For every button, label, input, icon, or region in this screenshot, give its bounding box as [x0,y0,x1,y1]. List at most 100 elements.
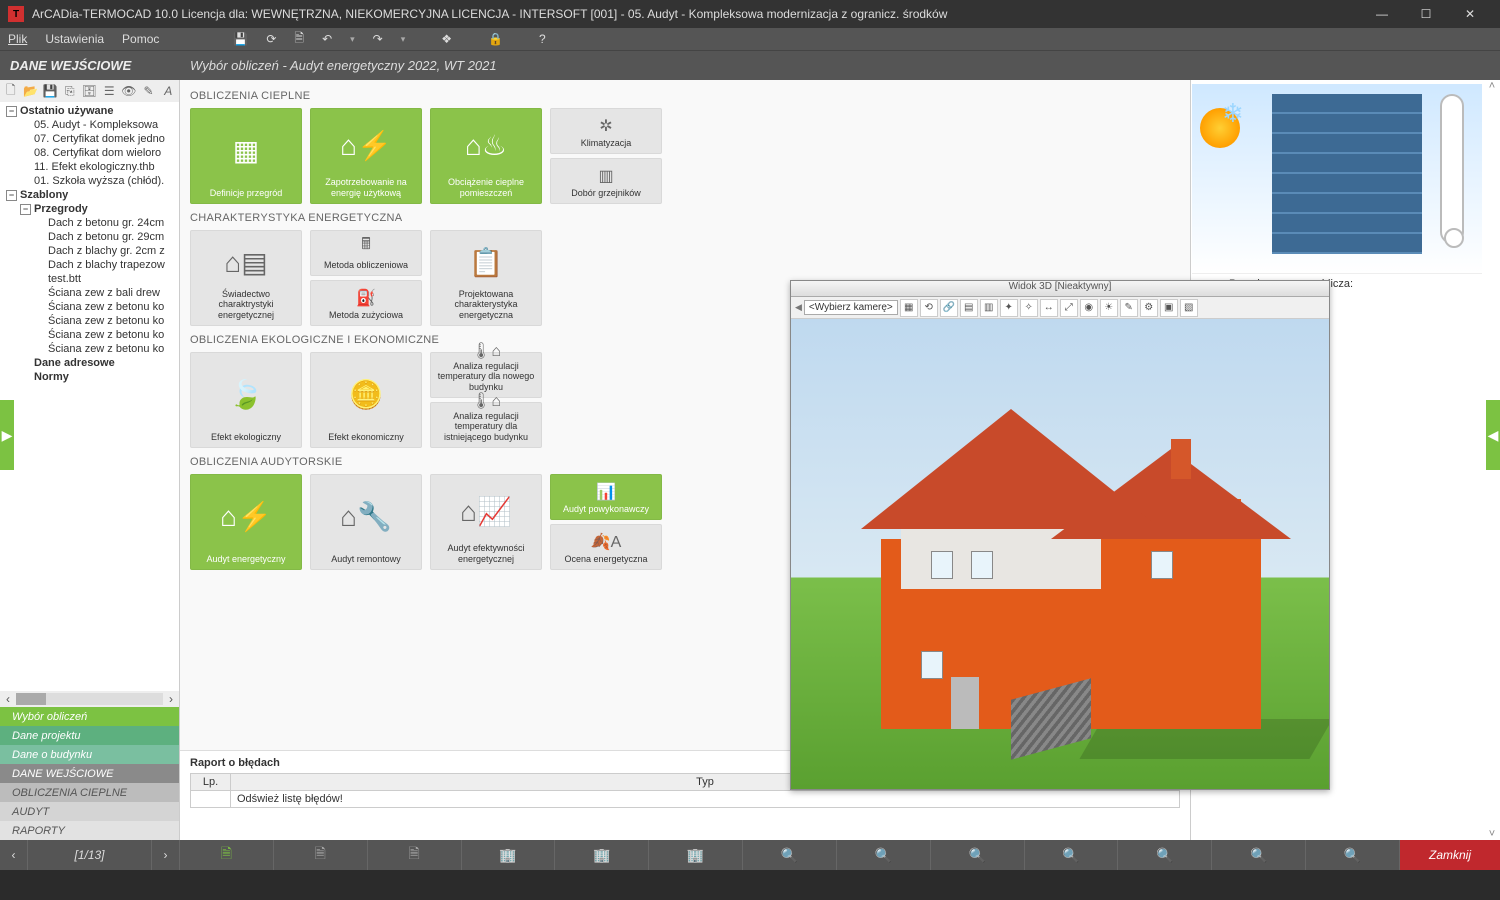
vp-tool-icon[interactable]: ▤ [960,299,978,317]
tree-recent[interactable]: −Ostatnio używane [2,104,177,118]
tree-item[interactable]: Dach z blachy gr. 2cm z [2,244,177,258]
menu-plik[interactable]: Plik [8,32,27,46]
sb-font-icon[interactable]: A [159,82,177,100]
card-zapotrzebowanie[interactable]: ⌂⚡Zapotrzebowanie na energię użytkową [310,108,422,204]
card-audyt-remontowy[interactable]: ⌂🔧Audyt remontowy [310,474,422,570]
vp-tool-icon[interactable]: ☀ [1100,299,1118,317]
report-row[interactable]: Odśwież listę błędów! [231,791,1180,808]
project-tree[interactable]: −Ostatnio używane 05. Audyt - Kompleksow… [0,102,179,691]
scroll-right-icon[interactable]: › [163,692,179,706]
tree-norms[interactable]: Normy [2,370,177,384]
bb-search-icon[interactable]: 🔍 [931,840,1025,870]
card-metoda-zuzyciowa[interactable]: ⛽Metoda zużyciowa [310,280,422,326]
tree-item[interactable]: Ściana zew z betonu ko [2,300,177,314]
expand-right-handle[interactable]: ◀ [1486,400,1500,470]
tree-item[interactable]: Dach z betonu gr. 29cm [2,230,177,244]
card-efekt-ekonomiczny[interactable]: 🪙Efekt ekonomiczny [310,352,422,448]
card-efekt-ekologiczny[interactable]: 🍃Efekt ekologiczny [190,352,302,448]
tree-item[interactable]: Ściana zew z betonu ko [2,314,177,328]
card-dobor-grzejnikow[interactable]: ▥Dobór grzejników [550,158,662,204]
bb-search-icon[interactable]: 🔍 [743,840,837,870]
bb-building-icon[interactable]: 🏢 [649,840,743,870]
menu-pomoc[interactable]: Pomoc [122,32,159,46]
vp-tool-icon[interactable]: ◉ [1080,299,1098,317]
export-icon[interactable]: 🗎 [294,29,304,50]
scroll-up-icon[interactable]: ˄ [1489,80,1495,92]
tab-audyt[interactable]: AUDYT [0,802,179,821]
bb-building-icon[interactable]: 🏢 [462,840,556,870]
maximize-button[interactable]: ☐ [1404,0,1448,28]
tree-item[interactable]: Dach z blachy trapezow [2,258,177,272]
tab-dane-wejsciowe[interactable]: DANE WEJŚCIOWE [0,764,179,783]
tree-partitions[interactable]: −Przegrody [2,202,177,216]
sb-view-icon[interactable]: 👁 [120,82,138,100]
sb-list-icon[interactable]: ☰ [100,82,118,100]
tree-item[interactable]: Ściana zew z betonu ko [2,328,177,342]
bb-search-icon[interactable]: 🔍 [1025,840,1119,870]
sb-db-icon[interactable]: 🗄 [81,82,99,100]
close-app-button[interactable]: Zamknij [1400,840,1500,870]
card-analiza-istniejacy[interactable]: 🌡⌂Analiza regulacji temperatury dla istn… [430,402,542,448]
tree-item[interactable]: test.btt [2,272,177,286]
tree-hscroll[interactable]: ‹ › [0,691,179,707]
vp-tool-icon[interactable]: ▦ [900,299,918,317]
tree-item[interactable]: 07. Certyfikat domek jedno [2,132,177,146]
vp-tool-icon[interactable]: ▧ [1180,299,1198,317]
bb-doc-icon[interactable]: 🗎 [180,840,274,870]
refresh-icon[interactable]: ⟳ [266,32,276,46]
tree-item[interactable]: Dach z betonu gr. 24cm [2,216,177,230]
card-definicje-przegrod[interactable]: ▦Definicje przegród [190,108,302,204]
tree-templates[interactable]: −Szablony [2,188,177,202]
card-audyt-efektywnosci[interactable]: ⌂📈Audyt efektywności energetycznej [430,474,542,570]
lock-icon[interactable]: 🔒 [488,32,503,46]
scroll-left-icon[interactable]: ‹ [0,692,16,706]
bb-search-icon[interactable]: 🔍 [1212,840,1306,870]
vp-tool-icon[interactable]: ▥ [980,299,998,317]
bb-doc-icon[interactable]: 🗎 [274,840,368,870]
vp-tool-icon[interactable]: ↔ [1040,299,1058,317]
tree-addr[interactable]: Dane adresowe [2,356,177,370]
card-audyt-energetyczny[interactable]: ⌂⚡Audyt energetyczny [190,474,302,570]
card-swiadectwo[interactable]: ⌂▤Świadectwo charaktrystyki energetyczne… [190,230,302,326]
tree-item[interactable]: Ściana zew z betonu ko [2,342,177,356]
next-page-button[interactable]: › [152,840,180,870]
vp-tool-icon[interactable]: ✦ [1000,299,1018,317]
bb-search-icon[interactable]: 🔍 [1306,840,1400,870]
bb-search-icon[interactable]: 🔍 [1118,840,1212,870]
prev-page-button[interactable]: ‹ [0,840,28,870]
bb-search-icon[interactable]: 🔍 [837,840,931,870]
undo-icon[interactable]: ↶ [322,32,332,46]
tree-item[interactable]: 05. Audyt - Kompleksowa [2,118,177,132]
tree-item[interactable]: 11. Efekt ekologiczny.thb [2,160,177,174]
expand-left-handle[interactable]: ▶ [0,400,14,470]
vp-tool-icon[interactable]: ⟲ [920,299,938,317]
sb-tool-icon[interactable]: ✎ [140,82,158,100]
viewport-canvas[interactable] [791,319,1329,789]
tab-raporty[interactable]: RAPORTY [0,821,179,840]
vp-tool-icon[interactable]: 🔗 [940,299,958,317]
scroll-down-icon[interactable]: ˅ [1489,828,1495,840]
redo-icon[interactable]: ↷ [373,32,383,46]
card-projektowana[interactable]: 📋Projektowana charakterystyka energetycz… [430,230,542,326]
help-icon[interactable]: ? [539,32,546,46]
cube-icon[interactable]: ❖ [441,32,452,46]
card-ocena-energetyczna[interactable]: 🍂AOcena energetyczna [550,524,662,570]
camera-combo[interactable]: <Wybierz kamerę> [804,300,898,315]
tab-wybor[interactable]: Wybór obliczeń [0,707,179,726]
viewport-3d-window[interactable]: Widok 3D [Nieaktywny] ◀ <Wybierz kamerę>… [790,280,1330,790]
minimize-button[interactable]: — [1360,0,1404,28]
vp-tool-icon[interactable]: ✎ [1120,299,1138,317]
vp-tool-icon[interactable]: ✧ [1020,299,1038,317]
bb-building-icon[interactable]: 🏢 [555,840,649,870]
sb-copy-icon[interactable]: ⎘ [61,82,79,100]
sb-new-icon[interactable]: 🗋 [2,82,20,100]
tab-dane-budynku[interactable]: Dane o budynku [0,745,179,764]
card-metoda-obliczeniowa[interactable]: 🖩Metoda obliczeniowa [310,230,422,276]
vp-tool-icon[interactable]: ⚙ [1140,299,1158,317]
sb-save-icon[interactable]: 💾 [41,82,59,100]
card-obciazenie[interactable]: ⌂♨Obciążenie cieplne pomieszczeń [430,108,542,204]
card-audyt-powykonawczy[interactable]: 📊Audyt powykonawczy [550,474,662,520]
tree-item[interactable]: 08. Certyfikat dom wieloro [2,146,177,160]
bb-doc-icon[interactable]: 🗎 [368,840,462,870]
vp-tool-icon[interactable]: ▣ [1160,299,1178,317]
